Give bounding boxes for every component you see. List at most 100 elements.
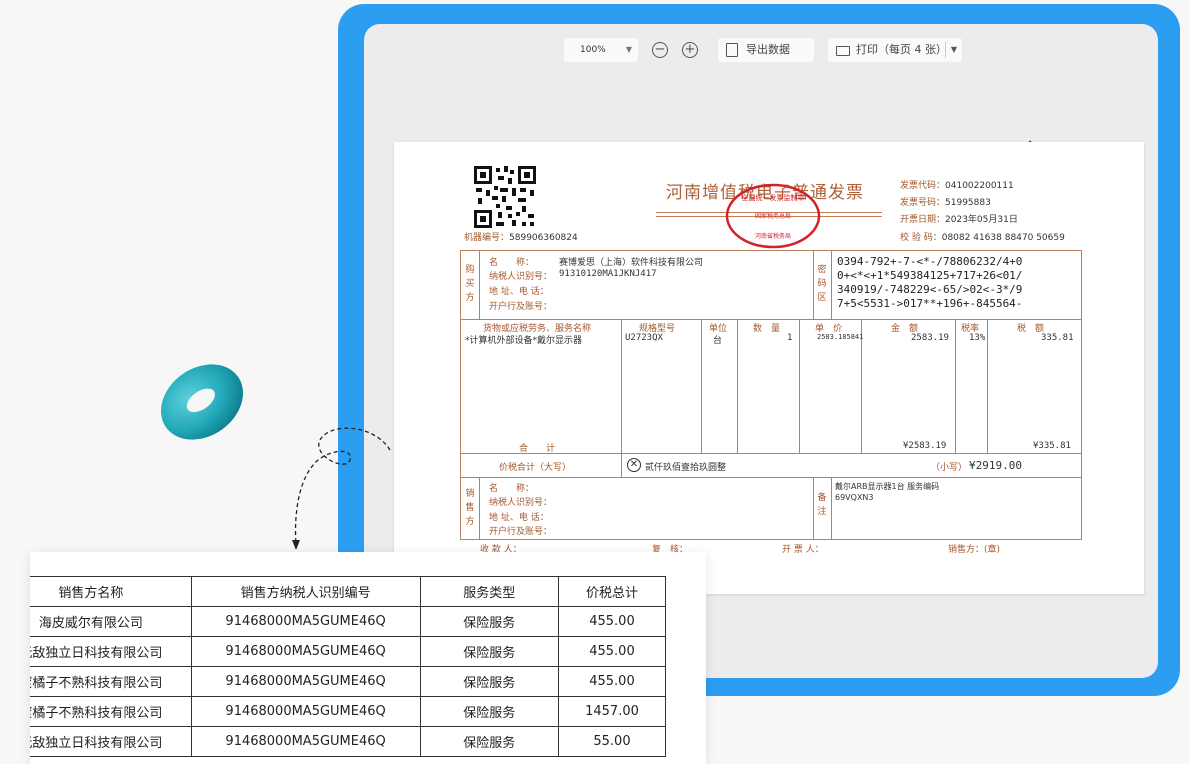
col-qty-header: 数 量 (753, 324, 781, 334)
seller-name-label: 名 称： (489, 484, 535, 494)
cell-seller-taxid: 91468000MA5GUME46Q (190, 666, 421, 697)
divider (479, 477, 480, 539)
cipher-line: 340919/-748229<-65/>02<-3*/9 (837, 283, 1023, 296)
divider (987, 319, 988, 453)
cell-seller-name: 无敌独立日科技有限公司 (30, 636, 192, 667)
chevron-down-icon: ▼ (625, 45, 632, 54)
export-label: 导出数据 (746, 43, 790, 56)
cipher-section-label: 密码区 (817, 265, 827, 303)
cipher-line: 7+5<5531->017**+196+-845564- (837, 297, 1023, 310)
cipher-line: 0394-792+-7-<*-/78806232/4+0 (837, 255, 1023, 268)
zoom-in-icon[interactable]: + (682, 42, 698, 58)
cell-seller-taxid: 91468000MA5GUME46Q (190, 726, 421, 757)
invoice-code-label: 发票代码： (900, 181, 946, 191)
invoice-code: 发票代码：041002200111 (900, 178, 1014, 191)
divider (799, 319, 800, 453)
header-seller-name: 销售方名称 (30, 576, 192, 607)
check-code: 校 验 码：08082 41638 88470 50659 (900, 230, 1065, 243)
seller-taxid-label: 纳税人识别号： (489, 498, 553, 508)
buyer-address-label: 地 址、电 话： (489, 287, 549, 297)
check-code-value: 08082 41638 88470 50659 (941, 233, 1065, 243)
divider (461, 319, 1081, 320)
print-button[interactable]: 打印（每页 4 张） ▼ (828, 38, 962, 62)
seal-text-top: 全国统一发票监制章 (742, 193, 805, 202)
cell-seller-name: 无敌独立日科技有限公司 (30, 726, 192, 757)
cell-service-type: 保险服务 (419, 726, 559, 757)
invoice-number-value: 51995883 (945, 198, 991, 208)
cipher-line: 0+<*<+1*549384125+717+26<01/ (837, 269, 1023, 282)
seller-stamp-label: 销售方：(章) (948, 545, 1001, 555)
table-row[interactable]: 海皮威尔有限公司 91468000MA5GUME46Q 保险服务 455.00 (30, 606, 667, 637)
item-qty: 1 (787, 333, 793, 343)
cell-service-type: 保险服务 (419, 606, 559, 637)
machine-number: 机器编号：589906360824 (464, 230, 578, 243)
zoom-value: 100% (580, 45, 606, 55)
buyer-taxid-label: 纳税人识别号： (489, 272, 553, 282)
extracted-data-table-card: 销售方名称 销售方纳税人识别编号 服务类型 价税总计 海皮威尔有限公司 9146… (30, 552, 706, 764)
print-options-chevron-icon[interactable]: ▼ (951, 38, 957, 62)
cell-service-type: 保险服务 (419, 636, 559, 667)
cell-total: 455.00 (557, 666, 667, 697)
header-service-type: 服务类型 (419, 576, 559, 607)
cell-total: 55.00 (557, 726, 667, 757)
divider (461, 477, 1081, 478)
cell-seller-name: 蜜橘子不熟科技有限公司 (30, 696, 192, 727)
circle-x-icon: ✕ (627, 458, 641, 472)
buyer-bank-label: 开户行及账号： (489, 302, 553, 312)
total-label: 合 计 (519, 444, 556, 454)
item-price: 2583.185841 (817, 333, 864, 341)
export-icon (726, 43, 738, 57)
item-rate: 13% (969, 333, 986, 343)
invoice-code-value: 041002200111 (945, 181, 1014, 191)
invoice-page: 机器编号：589906360824 河南增值税电子普通发票 全国统一发票监制章 … (394, 142, 1144, 594)
divider (813, 477, 814, 539)
machine-number-label: 机器编号： (464, 233, 510, 243)
cell-seller-taxid: 91468000MA5GUME46Q (190, 636, 421, 667)
dashed-arrow-decoration (292, 427, 391, 550)
cell-total: 455.00 (557, 636, 667, 667)
item-tax: 335.81 (1041, 333, 1074, 343)
export-data-button[interactable]: 导出数据 (718, 38, 814, 62)
torus-decoration (161, 364, 243, 440)
drawer-label: 开 票 人： (782, 545, 824, 555)
cell-seller-name: 海皮威尔有限公司 (30, 606, 192, 637)
total-tax: ¥335.81 (1033, 441, 1071, 451)
divider (831, 251, 832, 319)
cell-seller-taxid: 91468000MA5GUME46Q (190, 696, 421, 727)
table-row[interactable]: 蜜橘子不熟科技有限公司 91468000MA5GUME46Q 保险服务 455.… (30, 666, 667, 697)
table-row[interactable]: 蜜橘子不熟科技有限公司 91468000MA5GUME46Q 保险服务 1457… (30, 696, 667, 727)
cell-seller-taxid: 91468000MA5GUME46Q (190, 606, 421, 637)
buyer-section-label: 购买方 (465, 265, 475, 303)
seller-bank-label: 开户行及账号： (489, 527, 553, 537)
divider (945, 42, 946, 58)
table-row[interactable]: 无敌独立日科技有限公司 91468000MA5GUME46Q 保险服务 55.0… (30, 726, 667, 757)
divider (621, 319, 622, 477)
item-name: *计算机外部设备*戴尔显示器 (465, 336, 583, 346)
table-row[interactable]: 无敌独立日科技有限公司 91468000MA5GUME46Q 保险服务 455.… (30, 636, 667, 667)
zoom-out-icon[interactable]: − (652, 42, 668, 58)
sum-upper-label: 价税合计（大写） (499, 463, 572, 473)
divider (831, 477, 832, 539)
sum-upper: 贰仟玖佰壹拾玖圆整 (645, 463, 727, 473)
table-header-row: 销售方名称 销售方纳税人识别编号 服务类型 价税总计 (30, 576, 667, 607)
viewer-toolbar: 100% ▼ − + 导出数据 打印（每页 4 张） ▼ (364, 38, 1158, 64)
invoice-date-label: 开票日期： (900, 215, 946, 225)
official-seal: 全国统一发票监制章 国家税务总局 河南省税务局 (725, 183, 821, 249)
header-seller-taxid: 销售方纳税人识别编号 (190, 576, 421, 607)
divider (813, 251, 814, 319)
print-label: 打印（每页 4 张） (856, 43, 947, 56)
total-amount: ¥2583.19 (903, 441, 947, 451)
invoice-date-value: 2023年05月31日 (945, 215, 1018, 225)
cell-total: 455.00 (557, 606, 667, 637)
cell-service-type: 保险服务 (419, 666, 559, 697)
cell-service-type: 保险服务 (419, 696, 559, 727)
col-tax-header: 税 额 (1017, 324, 1045, 334)
cell-seller-name: 蜜橘子不熟科技有限公司 (30, 666, 192, 697)
invoice-date: 开票日期：2023年05月31日 (900, 212, 1018, 225)
item-amount: 2583.19 (911, 333, 949, 343)
sum-small-label: （小写） (931, 463, 968, 473)
zoom-select[interactable]: 100% ▼ (564, 38, 638, 62)
seller-section-label: 销售方 (465, 489, 475, 527)
printer-icon (836, 46, 850, 56)
divider (955, 319, 956, 453)
